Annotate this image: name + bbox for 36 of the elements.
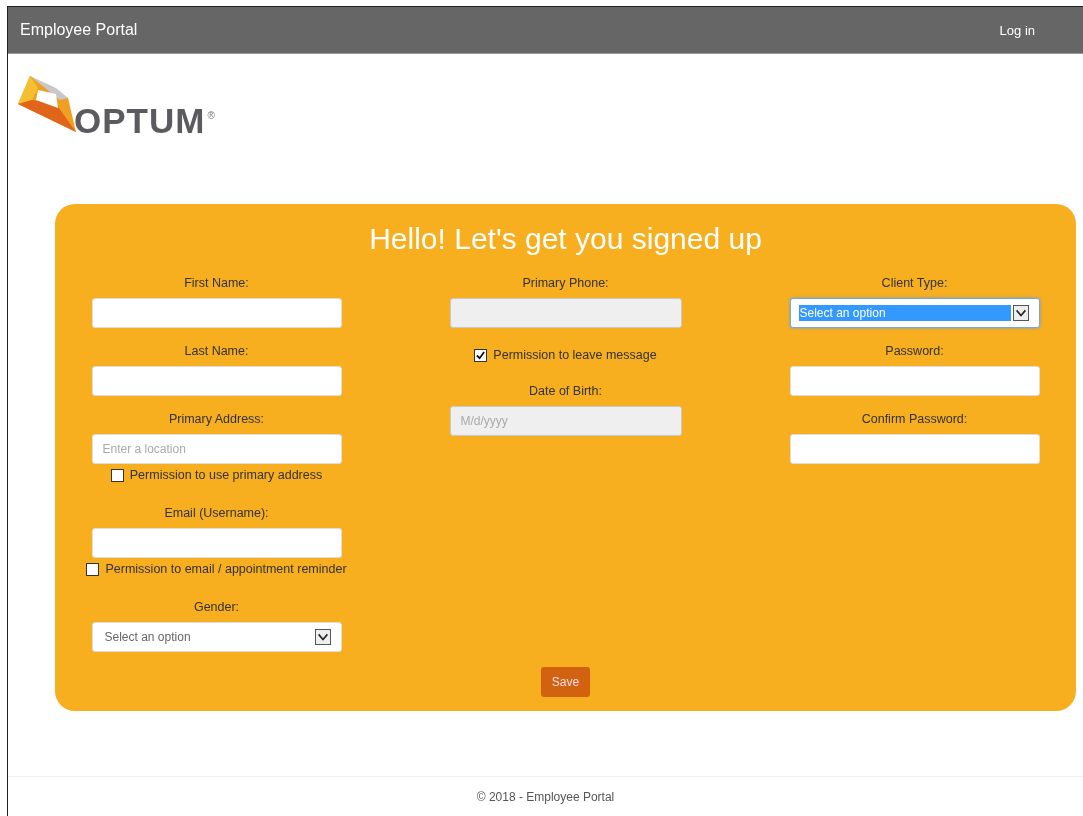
field-label: Date of Birth: xyxy=(529,383,602,400)
field-label: Password: xyxy=(885,343,944,360)
chevron-down-icon xyxy=(1012,305,1029,321)
select-field[interactable]: Select an option xyxy=(91,622,342,652)
checkbox-label: Permission to leave message xyxy=(493,348,657,362)
field-label: Gender: xyxy=(193,599,240,616)
checkbox[interactable] xyxy=(110,468,124,482)
logo-wordmark: OPTUM xyxy=(74,103,206,138)
input-field[interactable]: Enter a location xyxy=(91,434,342,464)
input-field[interactable] xyxy=(449,298,682,328)
input-field[interactable] xyxy=(91,528,342,558)
form-title: Hello! Let's get you signed up xyxy=(369,222,762,256)
checkbox-label: Permission to use primary address xyxy=(129,468,323,482)
checkbox[interactable] xyxy=(474,348,488,362)
check-icon xyxy=(476,350,486,360)
field-label: First Name: xyxy=(184,275,249,292)
input-field[interactable] xyxy=(789,366,1040,396)
chevron-down-icon xyxy=(314,629,331,645)
checkbox[interactable] xyxy=(86,562,100,576)
registered-mark: ® xyxy=(207,110,215,121)
input-field[interactable] xyxy=(91,366,342,396)
input-field[interactable] xyxy=(91,298,342,328)
field-label: Email (Username): xyxy=(164,505,269,522)
field-label: Last Name: xyxy=(184,343,249,360)
field-label: Confirm Password: xyxy=(861,411,968,428)
field-label: Primary Address: xyxy=(168,411,265,428)
input-field[interactable] xyxy=(789,434,1040,464)
select-field[interactable]: Select an option xyxy=(789,298,1040,328)
footer-text: © 2018 - Employee Portal xyxy=(8,776,1083,816)
checkbox-label: Permission to email / appointment reminder xyxy=(105,562,347,576)
field-label: Client Type: xyxy=(881,275,948,292)
input-field[interactable]: M/d/yyyy xyxy=(449,406,682,436)
save-button[interactable]: Save xyxy=(540,667,591,697)
field-label: Primary Phone: xyxy=(522,275,609,292)
login-link[interactable]: Log in xyxy=(999,22,1035,38)
brand-title: Employee Portal xyxy=(20,21,138,39)
